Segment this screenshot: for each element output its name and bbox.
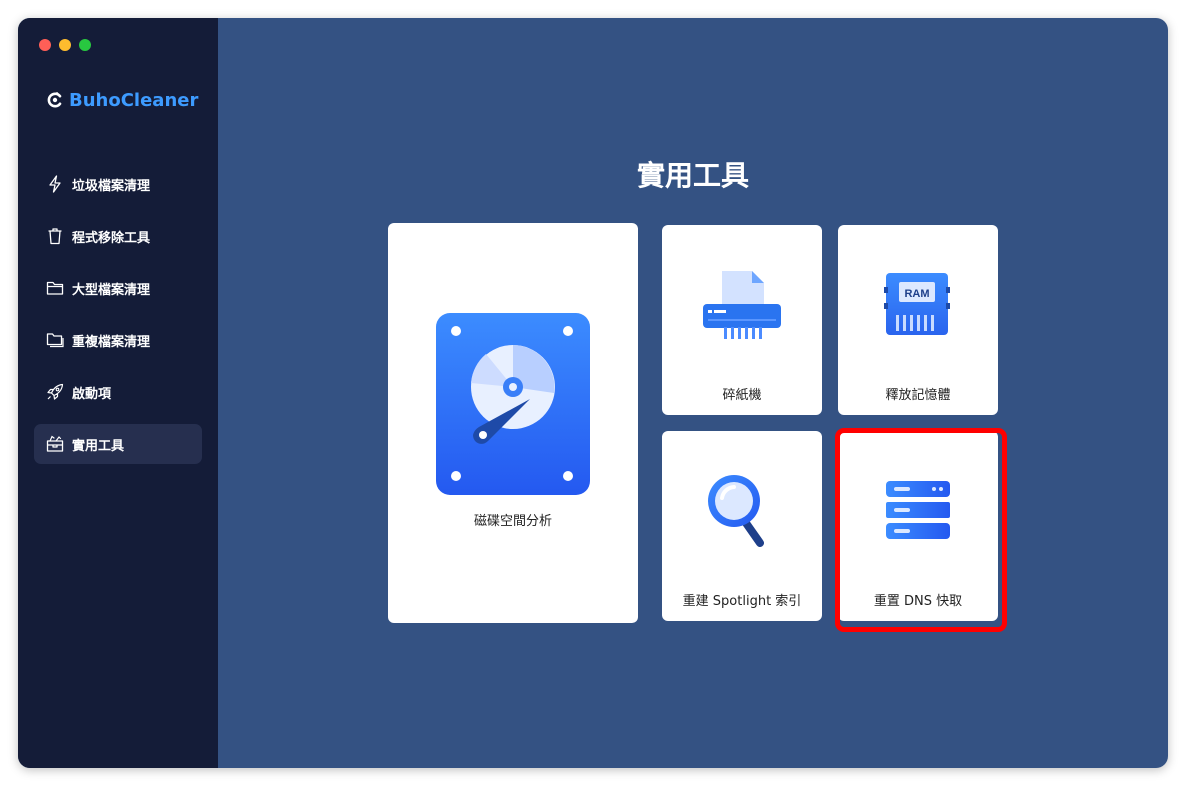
sidebar-item-toolkit[interactable]: 實用工具 <box>34 424 202 464</box>
tool-card-label: 碎紙機 <box>722 388 762 403</box>
sidebar-item-junk-cleanup[interactable]: 垃圾檔案清理 <box>34 164 202 204</box>
tool-card-rebuild-spotlight[interactable]: 重建 Spotlight 索引 <box>662 431 822 621</box>
sidebar-item-label: 啟動項 <box>72 386 112 402</box>
tool-card-flush-dns[interactable]: 重置 DNS 快取 <box>838 431 998 621</box>
disk-analyzer-icon <box>436 313 590 495</box>
tool-card-free-memory[interactable]: RAM 釋放記憶體 <box>838 225 998 415</box>
bolt-icon <box>46 175 64 193</box>
tool-card-label: 重置 DNS 快取 <box>873 594 963 609</box>
minimize-window-button[interactable] <box>59 39 71 51</box>
sidebar-item-label: 大型檔案清理 <box>72 282 151 298</box>
sidebar-item-large-files[interactable]: 大型檔案清理 <box>34 268 202 308</box>
buho-logo-icon <box>47 92 62 108</box>
ram-icon: RAM <box>884 273 950 335</box>
shredder-icon <box>703 271 781 339</box>
sidebar-item-duplicate-files[interactable]: 重複檔案清理 <box>34 320 202 360</box>
server-icon <box>886 481 950 539</box>
zoom-window-button[interactable] <box>79 39 91 51</box>
brand: BuhoCleaner <box>46 88 198 112</box>
page-title: 實用工具 <box>636 159 749 192</box>
sidebar: BuhoCleaner 垃圾檔案清理 程式移除工具 大型檔案清理 重複檔案清理 … <box>18 18 218 768</box>
folder-icon <box>46 279 64 297</box>
tool-card-label: 重建 Spotlight 索引 <box>682 594 802 609</box>
toolbox-icon <box>46 435 64 453</box>
ram-icon-text: RAM <box>904 288 929 300</box>
tool-card-shredder[interactable]: 碎紙機 <box>662 225 822 415</box>
sidebar-item-label: 重複檔案清理 <box>72 334 151 350</box>
tool-card-label: 釋放記憶體 <box>885 388 951 403</box>
tool-card-disk-analyzer[interactable]: 磁碟空間分析 <box>388 223 638 623</box>
duplicate-folder-icon <box>46 331 64 349</box>
sidebar-item-label: 程式移除工具 <box>72 230 151 246</box>
sidebar-item-label: 垃圾檔案清理 <box>72 178 151 194</box>
close-window-button[interactable] <box>39 39 51 51</box>
trash-icon <box>46 227 64 245</box>
tool-card-label: 磁碟空間分析 <box>473 514 552 529</box>
app-window: BuhoCleaner 垃圾檔案清理 程式移除工具 大型檔案清理 重複檔案清理 … <box>18 18 1168 768</box>
app-name: BuhoCleaner <box>69 89 199 111</box>
sidebar-item-label: 實用工具 <box>72 438 125 454</box>
rocket-icon <box>46 383 64 401</box>
magnifier-icon <box>708 475 764 547</box>
sidebar-item-startup-items[interactable]: 啟動項 <box>34 372 202 412</box>
sidebar-item-app-uninstaller[interactable]: 程式移除工具 <box>34 216 202 256</box>
